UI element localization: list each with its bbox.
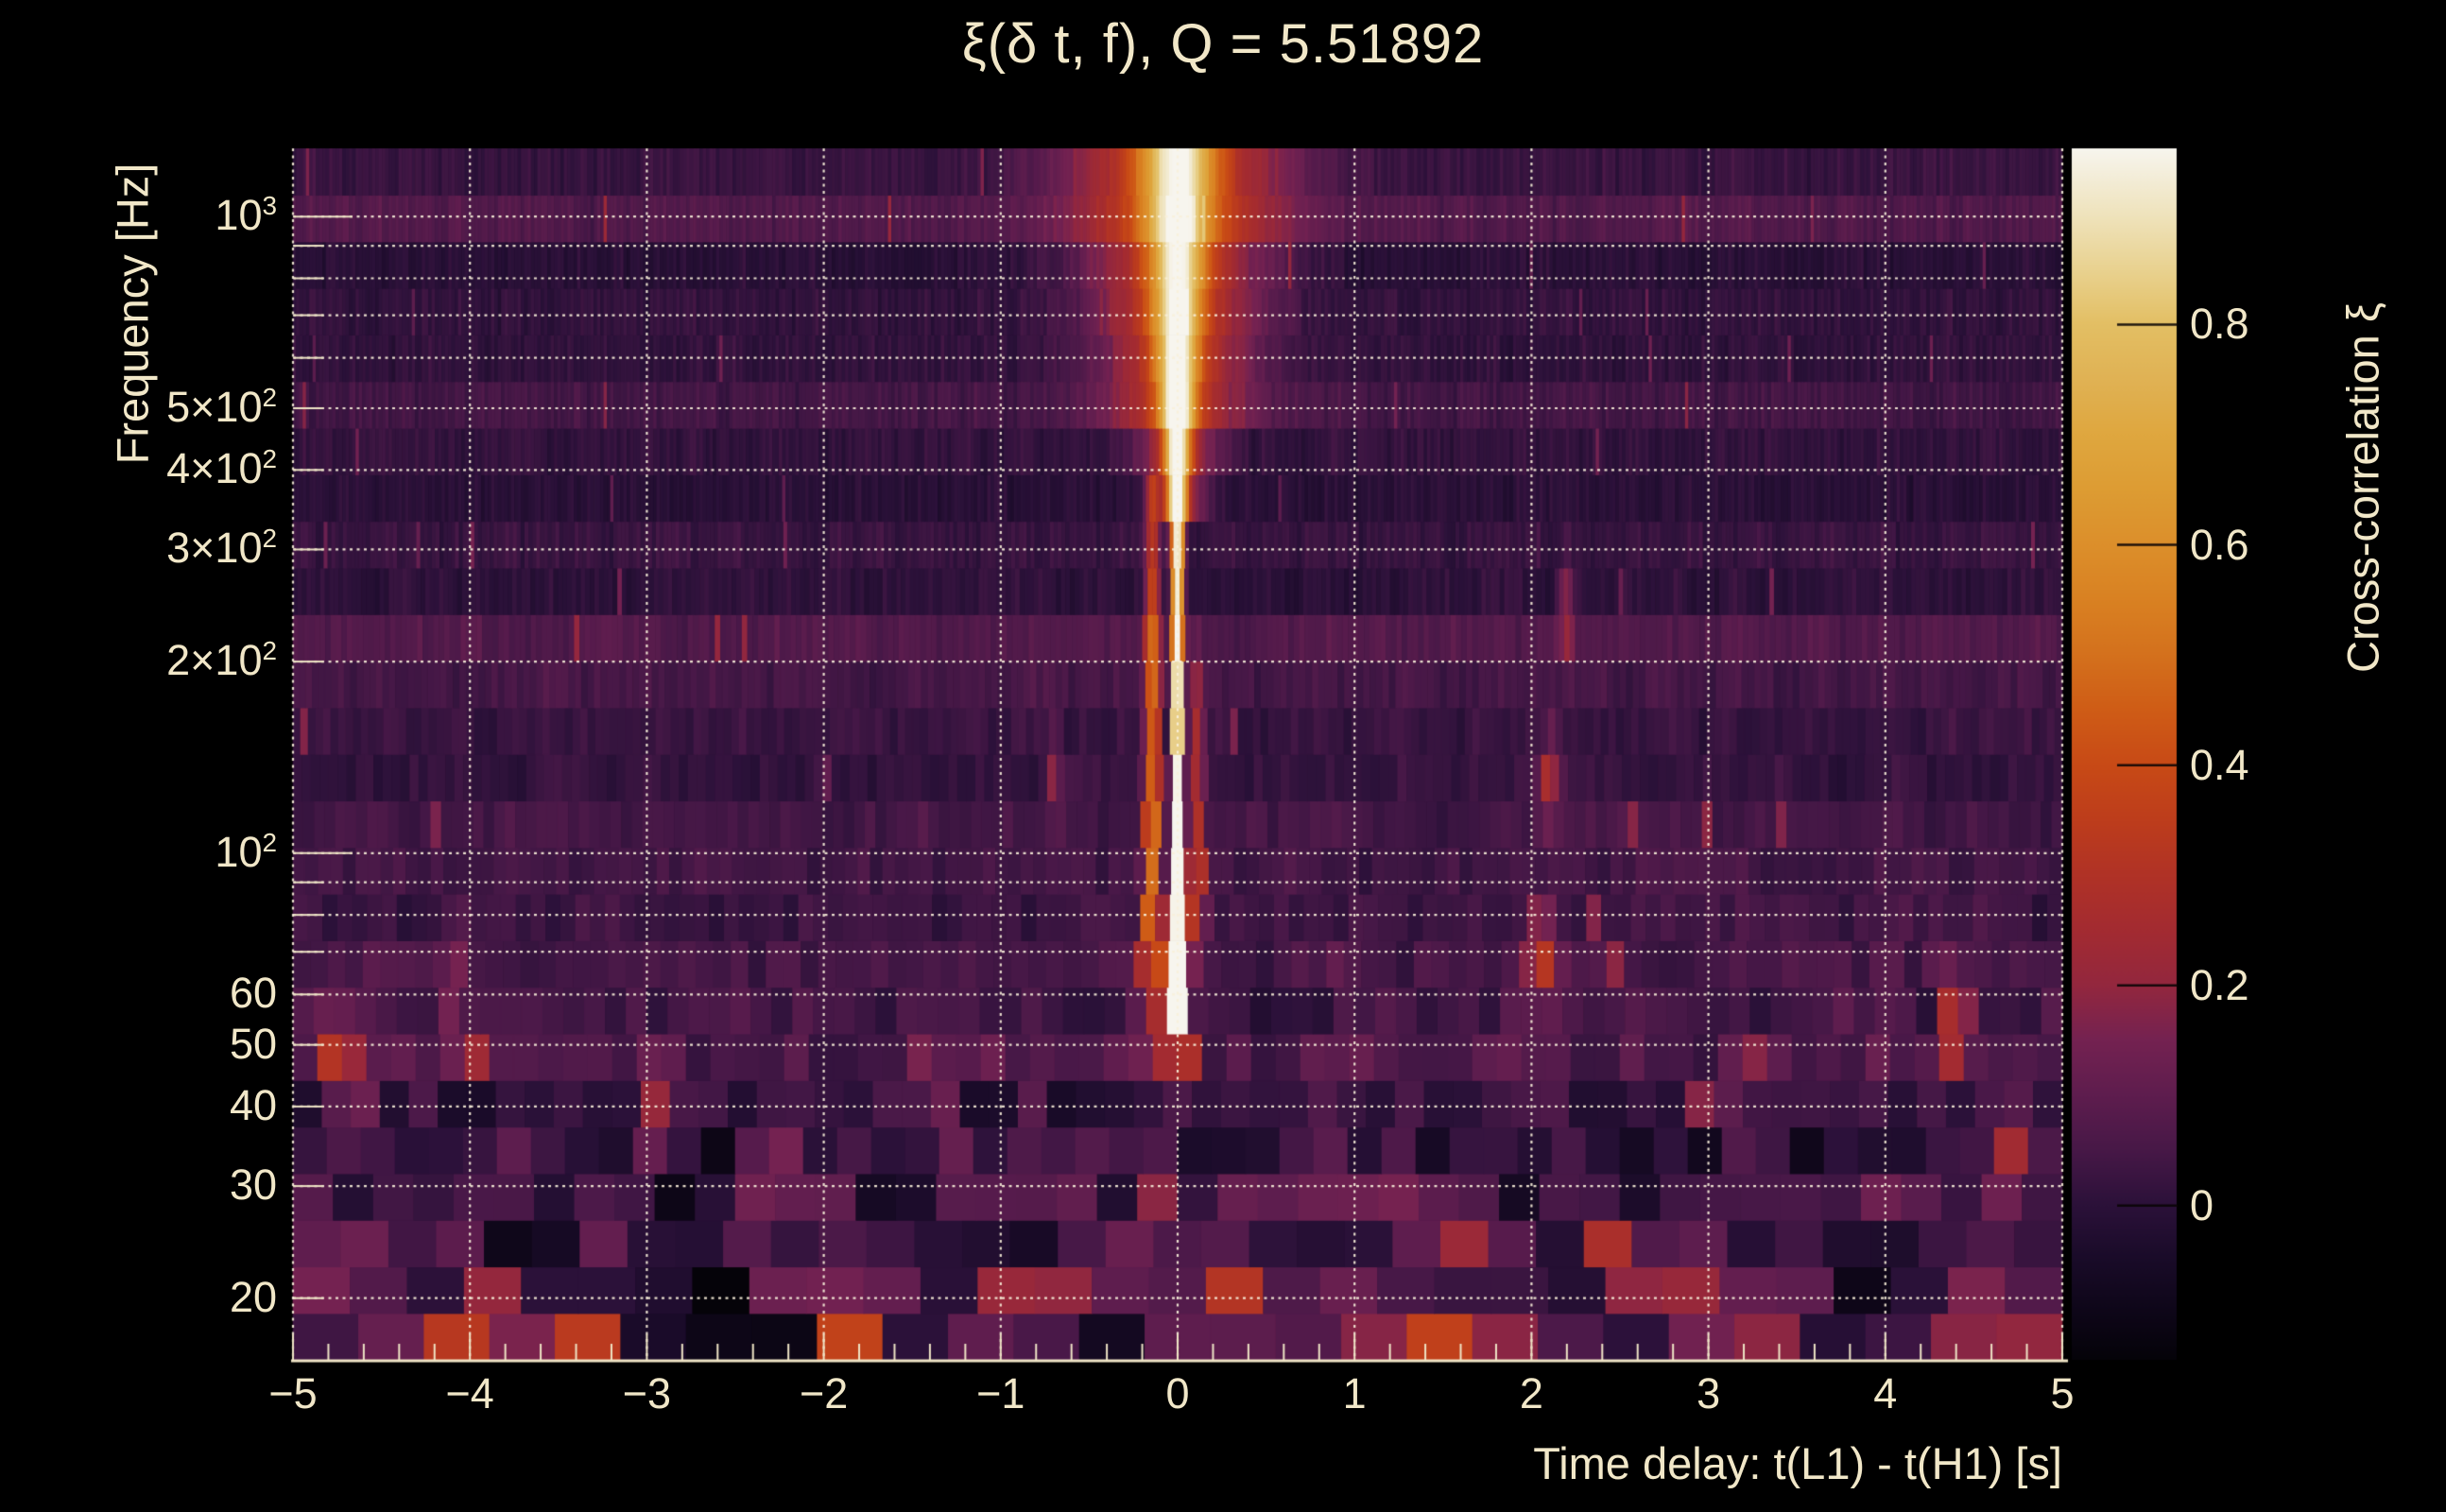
plot-title: ξ(δ t, f), Q = 5.51892 (961, 13, 1485, 75)
y-tick-label-300: 3×102 (166, 524, 277, 573)
x-tick-label-2: 2 (1519, 1369, 1543, 1418)
x-tick-label--2: −2 (799, 1369, 849, 1418)
spectrogram-canvas (0, 0, 2446, 1512)
y-tick-label-60: 60 (229, 969, 277, 1018)
x-tick-label--1: −1 (976, 1369, 1025, 1418)
colorbar-tick-label-0.2: 0.2 (2190, 960, 2249, 1009)
y-tick-label-20: 20 (229, 1272, 277, 1321)
y-tick-label-30: 30 (229, 1160, 277, 1210)
x-tick-label-5: 5 (2050, 1369, 2075, 1418)
colorbar-tick-label-0.6: 0.6 (2190, 520, 2249, 569)
y-tick-label-400: 4×102 (166, 444, 277, 493)
x-axis-title: Time delay: t(L1) - t(H1) [s] (1533, 1438, 2062, 1488)
colorbar-tick-label-0.4: 0.4 (2190, 740, 2249, 789)
y-tick-label-500: 5×102 (166, 382, 277, 431)
y-tick-label-1000: 103 (215, 191, 277, 240)
y-tick-label-50: 50 (229, 1019, 277, 1068)
colorbar-tick-label-0.8: 0.8 (2190, 300, 2249, 349)
x-tick-label--3: −3 (622, 1369, 672, 1418)
x-tick-label-4: 4 (1873, 1369, 1898, 1418)
y-tick-label-100: 102 (215, 827, 277, 876)
x-tick-label-3: 3 (1697, 1369, 1721, 1418)
x-tick-label--5: −5 (268, 1369, 318, 1418)
qscan-figure: ξ(δ t, f), Q = 5.51892 Frequency [Hz] Ti… (0, 0, 2446, 1512)
y-axis-title: Frequency [Hz] (107, 163, 158, 465)
x-tick-label--4: −4 (445, 1369, 494, 1418)
x-tick-label-0: 0 (1165, 1369, 1190, 1418)
colorbar-tick-label-0: 0 (2190, 1180, 2214, 1229)
y-tick-label-200: 2×102 (166, 636, 277, 685)
colorbar-title: Cross-correlation ξ (2337, 302, 2388, 673)
y-tick-label-40: 40 (229, 1080, 277, 1129)
x-tick-label-1: 1 (1342, 1369, 1367, 1418)
